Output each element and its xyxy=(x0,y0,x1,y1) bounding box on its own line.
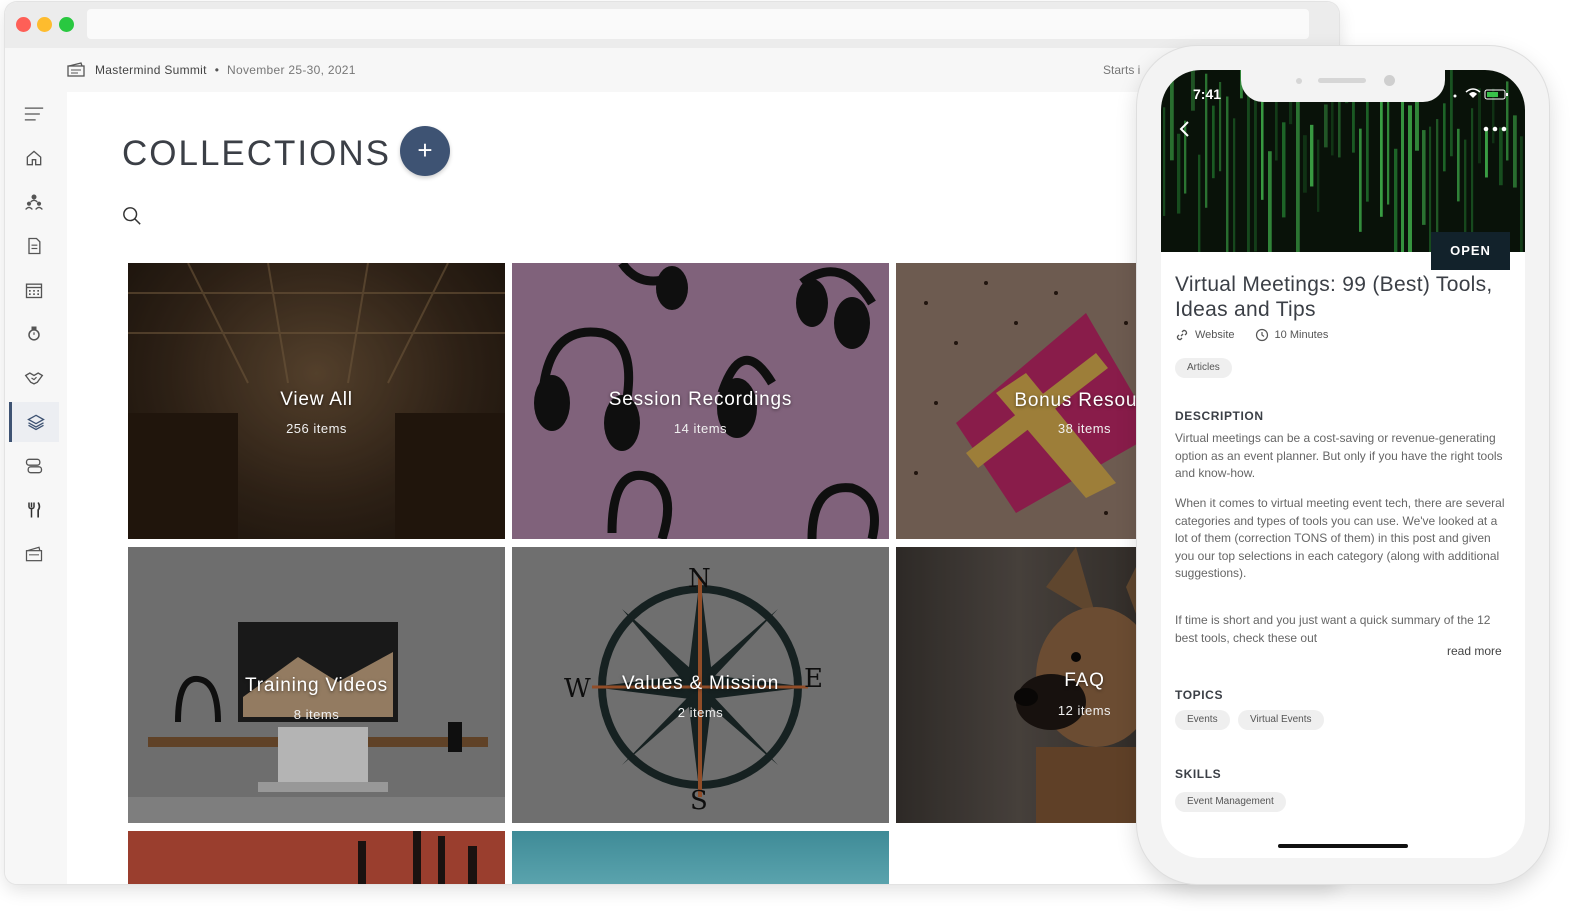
close-window-button[interactable] xyxy=(16,17,31,32)
event-separator: • xyxy=(214,63,219,77)
sidebar-item-watch[interactable] xyxy=(9,314,59,354)
runners-image xyxy=(358,831,477,884)
sidebar-item-sponsors[interactable] xyxy=(9,358,59,398)
article-meta: Website 10 Minutes xyxy=(1175,328,1328,342)
topics-heading: TOPICS xyxy=(1175,688,1224,702)
collection-count: 12 items xyxy=(1057,703,1112,718)
topic-chip-virtual-events[interactable]: Virtual Events xyxy=(1238,710,1324,730)
sidebar-item-menu[interactable] xyxy=(9,94,59,134)
handshake-icon xyxy=(24,372,44,385)
sidebar-item-collections[interactable] xyxy=(9,402,59,442)
sidebar-item-calendar[interactable] xyxy=(9,270,59,310)
sidebar-item-tickets[interactable] xyxy=(9,534,59,574)
article-duration: 10 Minutes xyxy=(1274,329,1329,341)
minimize-window-button[interactable] xyxy=(37,17,52,32)
menu-icon xyxy=(24,107,44,121)
page-title: COLLECTIONS xyxy=(122,134,391,173)
description-paragraph: If time is short and you just want a qui… xyxy=(1175,613,1491,645)
sidebar-item-documents[interactable] xyxy=(9,226,59,266)
collection-title: Training Videos xyxy=(245,675,388,696)
read-more-link[interactable]: read more xyxy=(1447,644,1502,658)
article-type: Website xyxy=(1195,329,1235,341)
collection-count: 38 items xyxy=(1057,421,1112,436)
ticket-icon xyxy=(25,546,43,562)
phone-mockup: 7:41 OPEN Virtual Meetings: 99 (Best) To… xyxy=(1137,46,1549,884)
clock-icon xyxy=(1255,328,1268,342)
link-icon xyxy=(1176,329,1188,341)
description-paragraph: When it comes to virtual meeting event t… xyxy=(1175,496,1505,580)
address-bar[interactable] xyxy=(87,9,1309,39)
sidebar-item-home[interactable] xyxy=(9,138,59,178)
people-icon xyxy=(25,194,43,210)
collection-card-partial[interactable] xyxy=(512,831,889,884)
collection-title: FAQ xyxy=(1064,670,1105,691)
event-countdown: Starts i xyxy=(1103,63,1141,77)
description-paragraph: Virtual meetings can be a cost-saving or… xyxy=(1175,431,1503,480)
collection-card-partial[interactable] xyxy=(128,831,505,884)
phone-screen: 7:41 OPEN Virtual Meetings: 99 (Best) To… xyxy=(1161,70,1525,858)
phone-notch xyxy=(1241,70,1445,102)
description-heading: DESCRIPTION xyxy=(1175,409,1264,423)
calendar-icon xyxy=(25,283,43,299)
layers-icon xyxy=(26,414,45,431)
article-title: Virtual Meetings: 99 (Best) Tools, Ideas… xyxy=(1175,273,1493,321)
collection-card-training-videos[interactable]: Training Videos 8 items xyxy=(128,547,505,823)
watch-icon xyxy=(28,326,40,341)
more-icon[interactable] xyxy=(1483,126,1507,132)
sidebar-item-dining[interactable] xyxy=(9,490,59,530)
home-indicator[interactable] xyxy=(1278,844,1408,848)
document-icon xyxy=(28,237,41,255)
collection-card-session-recordings[interactable]: Session Recordings 14 items xyxy=(512,263,889,539)
sidebar-nav xyxy=(5,92,67,884)
fork-knife-icon xyxy=(28,502,41,518)
ticket-icon xyxy=(67,62,85,77)
collection-count: 256 items xyxy=(286,421,347,436)
article-tag-chip[interactable]: Articles xyxy=(1175,358,1232,378)
skills-heading: SKILLS xyxy=(1175,767,1222,781)
sidebar-item-network[interactable] xyxy=(9,182,59,222)
zoom-window-button[interactable] xyxy=(59,17,74,32)
add-collection-button[interactable]: + xyxy=(400,126,450,176)
collection-title: Bonus Resourc xyxy=(1014,390,1141,411)
skill-chip-event-management[interactable]: Event Management xyxy=(1175,792,1286,812)
collection-title: Session Recordings xyxy=(608,389,793,410)
collection-count: 8 items xyxy=(293,707,340,722)
collection-title: Values & Mission xyxy=(621,673,780,694)
collection-count: 14 items xyxy=(673,421,728,436)
collection-card-view-all[interactable]: View All 256 items xyxy=(128,263,505,539)
collection-title: View All xyxy=(280,389,353,410)
collection-card-values-mission[interactable]: NSWE Values & Mission 2 items xyxy=(512,547,889,823)
search-icon[interactable] xyxy=(122,206,142,226)
status-time: 7:41 xyxy=(1193,86,1222,102)
home-icon xyxy=(26,150,42,166)
browser-titlebar xyxy=(5,2,1339,48)
event-date: November 25-30, 2021 xyxy=(227,63,356,77)
sidebar-item-agenda[interactable] xyxy=(9,446,59,486)
topic-chip-events[interactable]: Events xyxy=(1175,710,1230,730)
status-icons xyxy=(1453,88,1508,100)
stack-icon xyxy=(25,458,43,474)
collection-count: 2 items xyxy=(677,705,724,720)
back-arrow-icon[interactable] xyxy=(1177,120,1193,138)
event-header: Mastermind Summit • November 25-30, 2021… xyxy=(5,48,1339,92)
open-button[interactable]: OPEN xyxy=(1431,232,1510,270)
event-name: Mastermind Summit xyxy=(95,63,207,77)
collection-card-faq[interactable]: FAQ 12 items xyxy=(896,547,1141,823)
collection-card-bonus-resources[interactable]: Bonus Resourc 38 items xyxy=(896,263,1141,539)
